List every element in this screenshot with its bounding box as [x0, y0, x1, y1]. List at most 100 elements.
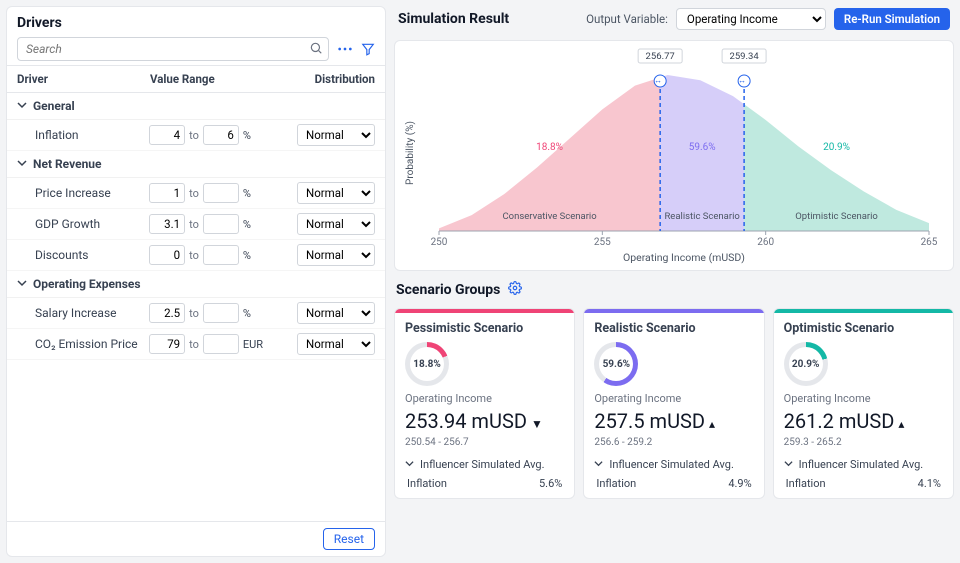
chevron-down-icon — [784, 458, 793, 471]
influencer-label: Influencer Simulated Avg. — [420, 458, 545, 471]
metric-label: Operating Income — [784, 392, 943, 405]
driver-group-name: General — [33, 99, 75, 113]
range-from-input[interactable] — [149, 245, 185, 265]
drivers-panel: Drivers Driver Value Range Distribution … — [6, 6, 386, 557]
distribution-select[interactable]: Normal — [297, 182, 375, 204]
scenario-card: Pessimistic Scenario 18.8% Operating Inc… — [394, 308, 575, 499]
distribution-select[interactable]: Normal — [297, 124, 375, 146]
driver-group-toggle[interactable]: Net Revenue — [7, 151, 385, 178]
scenario-name: Realistic Scenario — [594, 321, 753, 336]
chart-marker-label: 256.77 — [646, 51, 675, 62]
range-unit: % — [243, 129, 271, 142]
range-to-input[interactable] — [203, 245, 239, 265]
chevron-down-icon — [17, 277, 27, 291]
range-to-input[interactable] — [203, 303, 239, 323]
metric-range: 259.3 - 265.2 — [784, 437, 943, 448]
reset-button[interactable]: Reset — [323, 528, 375, 550]
range-unit: EUR — [243, 338, 271, 351]
driver-name: CO₂ Emission Price — [35, 337, 145, 351]
chevron-down-icon — [405, 458, 414, 471]
range-to-label: to — [189, 218, 199, 231]
range-to-input[interactable] — [203, 214, 239, 234]
range-from-input[interactable] — [149, 183, 185, 203]
driver-group-toggle[interactable]: Operating Expenses — [7, 271, 385, 298]
col-range: Value Range — [150, 72, 273, 86]
driver-row: Salary Increase to % Normal — [7, 298, 385, 329]
search-icon — [309, 41, 323, 58]
driver-name: GDP Growth — [35, 217, 145, 231]
range-from-input[interactable] — [149, 303, 185, 323]
scenario-name: Optimistic Scenario — [784, 321, 943, 336]
settings-icon[interactable] — [508, 281, 522, 298]
driver-name: Price Increase — [35, 186, 145, 200]
influencer-label: Influencer Simulated Avg. — [609, 458, 734, 471]
influencer-name: Inflation — [786, 477, 826, 490]
more-actions-icon[interactable] — [337, 42, 353, 56]
chart-region-pct: 59.6% — [689, 142, 716, 153]
drivers-title: Drivers — [17, 15, 375, 31]
trend-arrow-icon: ▴ — [709, 417, 715, 431]
scenario-card: Realistic Scenario 59.6% Operating Incom… — [583, 308, 764, 499]
search-input[interactable] — [17, 37, 329, 61]
x-tick-label: 265 — [921, 237, 938, 248]
driver-group-name: Net Revenue — [33, 157, 102, 171]
driver-row: CO₂ Emission Price to EUR Normal — [7, 329, 385, 360]
distribution-select[interactable]: Normal — [297, 302, 375, 324]
range-to-input[interactable] — [203, 125, 239, 145]
probability-donut: 18.8% — [405, 342, 449, 386]
driver-name: Discounts — [35, 248, 145, 262]
range-unit: % — [243, 218, 271, 231]
range-unit: % — [243, 249, 271, 262]
driver-name: Inflation — [35, 128, 145, 142]
driver-name: Salary Increase — [35, 306, 145, 320]
probability-value: 59.6% — [599, 347, 633, 381]
distribution-select[interactable]: Normal — [297, 244, 375, 266]
influencer-toggle[interactable]: Influencer Simulated Avg. — [594, 458, 753, 471]
range-to-label: to — [189, 187, 199, 200]
metric-value: 253.94 mUSD▼ — [405, 409, 564, 433]
x-tick-label: 260 — [757, 237, 774, 248]
simulation-chart: 250255260265Operating Income (mUSD)Proba… — [394, 40, 954, 271]
range-to-label: to — [189, 338, 199, 351]
chart-region-pct: 18.8% — [536, 142, 563, 153]
influencer-value: 5.6% — [539, 477, 562, 490]
y-axis-label: Probability (%) — [404, 121, 416, 185]
chevron-down-icon — [594, 458, 603, 471]
metric-label: Operating Income — [405, 392, 564, 405]
range-from-input[interactable] — [149, 214, 185, 234]
scenario-card: Optimistic Scenario 20.9% Operating Inco… — [773, 308, 954, 499]
driver-group-name: Operating Expenses — [33, 277, 141, 291]
influencer-toggle[interactable]: Influencer Simulated Avg. — [784, 458, 943, 471]
driver-row: GDP Growth to % Normal — [7, 209, 385, 240]
trend-arrow-icon: ▴ — [898, 417, 904, 431]
metric-label: Operating Income — [594, 392, 753, 405]
influencer-name: Inflation — [407, 477, 447, 490]
probability-value: 18.8% — [410, 347, 444, 381]
range-to-input[interactable] — [203, 183, 239, 203]
right-panel: Simulation Result Output Variable: Opera… — [394, 6, 954, 557]
range-unit: % — [243, 187, 271, 200]
range-from-input[interactable] — [149, 125, 185, 145]
probability-donut: 59.6% — [594, 342, 638, 386]
influencer-value: 4.1% — [918, 477, 941, 490]
distribution-select[interactable]: Normal — [297, 333, 375, 355]
distribution-select[interactable]: Normal — [297, 213, 375, 235]
trend-arrow-icon: ▼ — [531, 417, 543, 431]
driver-row: Price Increase to % Normal — [7, 178, 385, 209]
output-variable-select[interactable]: Operating Income — [676, 8, 826, 30]
filter-icon[interactable] — [361, 42, 375, 56]
rerun-button[interactable]: Re-Run Simulation — [834, 8, 950, 30]
influencer-toggle[interactable]: Influencer Simulated Avg. — [405, 458, 564, 471]
driver-row: Inflation to % Normal — [7, 120, 385, 151]
range-to-label: to — [189, 307, 199, 320]
chevron-down-icon — [17, 99, 27, 113]
metric-range: 256.6 - 259.2 — [594, 437, 753, 448]
probability-donut: 20.9% — [784, 342, 828, 386]
metric-range: 250.54 - 256.7 — [405, 437, 564, 448]
range-from-input[interactable] — [149, 334, 185, 354]
x-tick-label: 250 — [431, 237, 448, 248]
range-to-input[interactable] — [203, 334, 239, 354]
driver-group-toggle[interactable]: General — [7, 93, 385, 120]
x-tick-label: 255 — [594, 237, 611, 248]
chart-region-pct: 20.9% — [823, 142, 850, 153]
